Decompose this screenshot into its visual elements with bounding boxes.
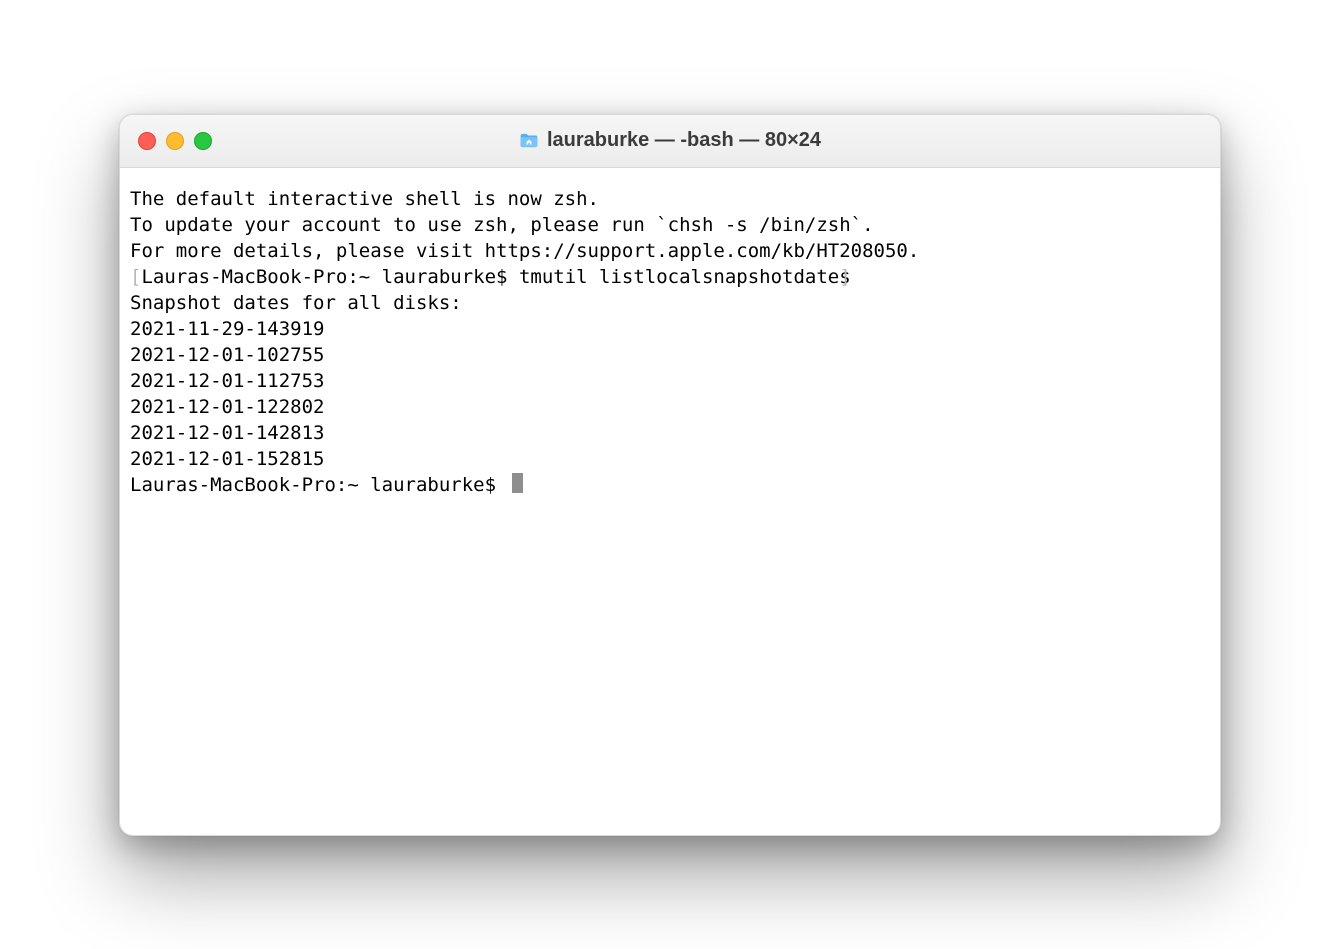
prompt-1: Lauras-MacBook-Pro:~ lauraburke$: [141, 266, 519, 288]
cursor-icon: [512, 473, 523, 493]
prompt-2: Lauras-MacBook-Pro:~ lauraburke$: [130, 474, 508, 496]
snapshot-date: 2021-12-01-102755: [130, 344, 324, 366]
home-folder-icon: [519, 132, 539, 149]
snapshot-date: 2021-12-01-152815: [130, 448, 324, 470]
close-button[interactable]: [138, 132, 156, 150]
command-1: tmutil listlocalsnapshotdates: [519, 266, 851, 288]
maximize-button[interactable]: [194, 132, 212, 150]
snapshot-date: 2021-12-01-112753: [130, 370, 324, 392]
prompt-line-1: [Lauras-MacBook-Pro:~ lauraburke$ tmutil…: [130, 266, 851, 288]
intro-line-1: The default interactive shell is now zsh…: [130, 188, 599, 210]
window-title: lauraburke — -bash — 80×24: [547, 129, 821, 152]
intro-line-3: For more details, please visit https://s…: [130, 240, 919, 262]
prompt-line-2: Lauras-MacBook-Pro:~ lauraburke$: [130, 474, 523, 496]
output-header: Snapshot dates for all disks:: [130, 292, 462, 314]
snapshot-date: 2021-12-01-142813: [130, 422, 324, 444]
terminal-body[interactable]: The default interactive shell is now zsh…: [120, 168, 1220, 835]
snapshot-date: 2021-11-29-143919: [130, 318, 324, 340]
minimize-button[interactable]: [166, 132, 184, 150]
terminal-window: lauraburke — -bash — 80×24 The default i…: [119, 114, 1221, 836]
snapshot-date: 2021-12-01-122802: [130, 396, 324, 418]
intro-line-2: To update your account to use zsh, pleas…: [130, 214, 874, 236]
titlebar: lauraburke — -bash — 80×24: [120, 115, 1220, 168]
traffic-lights: [138, 132, 212, 150]
